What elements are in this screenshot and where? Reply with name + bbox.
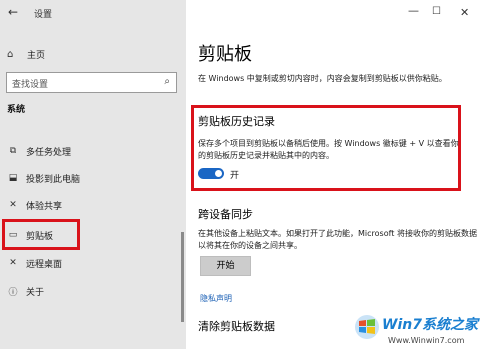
sidebar-item-label: 多任务处理 [26,147,72,158]
maximize-icon[interactable]: ☐ [432,6,441,17]
start-button[interactable]: 开始 [200,256,251,276]
remote-desktop-icon: ✕ [9,258,17,268]
toggle-state-label: 开 [230,171,240,181]
search-icon: ⌕ [164,76,170,87]
search-input[interactable]: 查找设置 ⌕ [6,72,177,93]
history-title: 剪贴板历史记录 [198,115,275,128]
minimize-icon[interactable]: — [408,4,419,17]
sidebar-item-remote-desktop[interactable]: ✕ 远程桌面 [4,252,180,274]
sidebar-item-label: 投影到此电脑 [26,174,81,185]
multitask-icon: ⧉ [9,146,17,156]
sync-title: 跨设备同步 [198,208,253,221]
close-icon[interactable]: ✕ [460,6,469,19]
title-bar: ← 设置 [0,0,186,24]
privacy-link[interactable]: 隐私声明 [200,293,232,304]
history-description: 保存多个项目到剪贴板以备稍后使用。按 Windows 徽标键 + V 以查看你的… [198,139,459,160]
sync-description: 在其他设备上粘贴文本。如果打开了此功能，Microsoft 将接收你的剪贴板数据… [198,229,477,250]
history-toggle[interactable] [198,168,224,179]
sidebar-item-about[interactable]: ⓘ 关于 [4,280,180,302]
app-title: 设置 [34,10,53,20]
search-placeholder: 查找设置 [12,80,49,90]
watermark-url: Www.Winwin7.com [388,336,465,345]
windows-logo-icon [355,315,379,339]
sidebar: ← 设置 ⌂ 主页 查找设置 ⌕ 系统 ⧉ 多任务处理 ⬓ 投影到此电脑 ✕ 体… [0,0,186,349]
watermark: Win7系统之家 Www.Winwin7.com [354,312,492,349]
project-icon: ⬓ [8,173,18,183]
clear-clipboard-title: 清除剪贴板数据 [198,320,275,333]
scrollbar[interactable] [181,232,184,322]
sidebar-item-label: 体验共享 [26,201,63,212]
info-icon: ⓘ [8,287,18,298]
selection-highlight [2,219,80,250]
page-title: 剪贴板 [198,44,252,65]
sidebar-item-shared-experiences[interactable]: ✕ 体验共享 [4,194,180,216]
page-description: 在 Windows 中复制或剪切内容时，内容会复制到剪贴板以供你粘贴。 [198,74,447,83]
sidebar-item-label: 主页 [27,50,46,61]
toggle-knob [215,170,222,177]
back-arrow-icon[interactable]: ← [8,5,18,19]
sidebar-item-multitasking[interactable]: ⧉ 多任务处理 [4,140,180,162]
sidebar-item-label: 远程桌面 [26,259,63,270]
home-icon: ⌂ [7,48,14,60]
sidebar-item-home[interactable]: ⌂ 主页 [7,46,45,62]
sidebar-item-project[interactable]: ⬓ 投影到此电脑 [4,167,180,189]
watermark-text: Win7系统之家 [382,317,478,333]
section-label: 系统 [7,105,26,115]
main-content: — ☐ ✕ 剪贴板 在 Windows 中复制或剪切内容时，内容会复制到剪贴板以… [186,0,494,349]
share-icon: ✕ [9,200,17,210]
sidebar-item-label: 关于 [26,287,45,298]
